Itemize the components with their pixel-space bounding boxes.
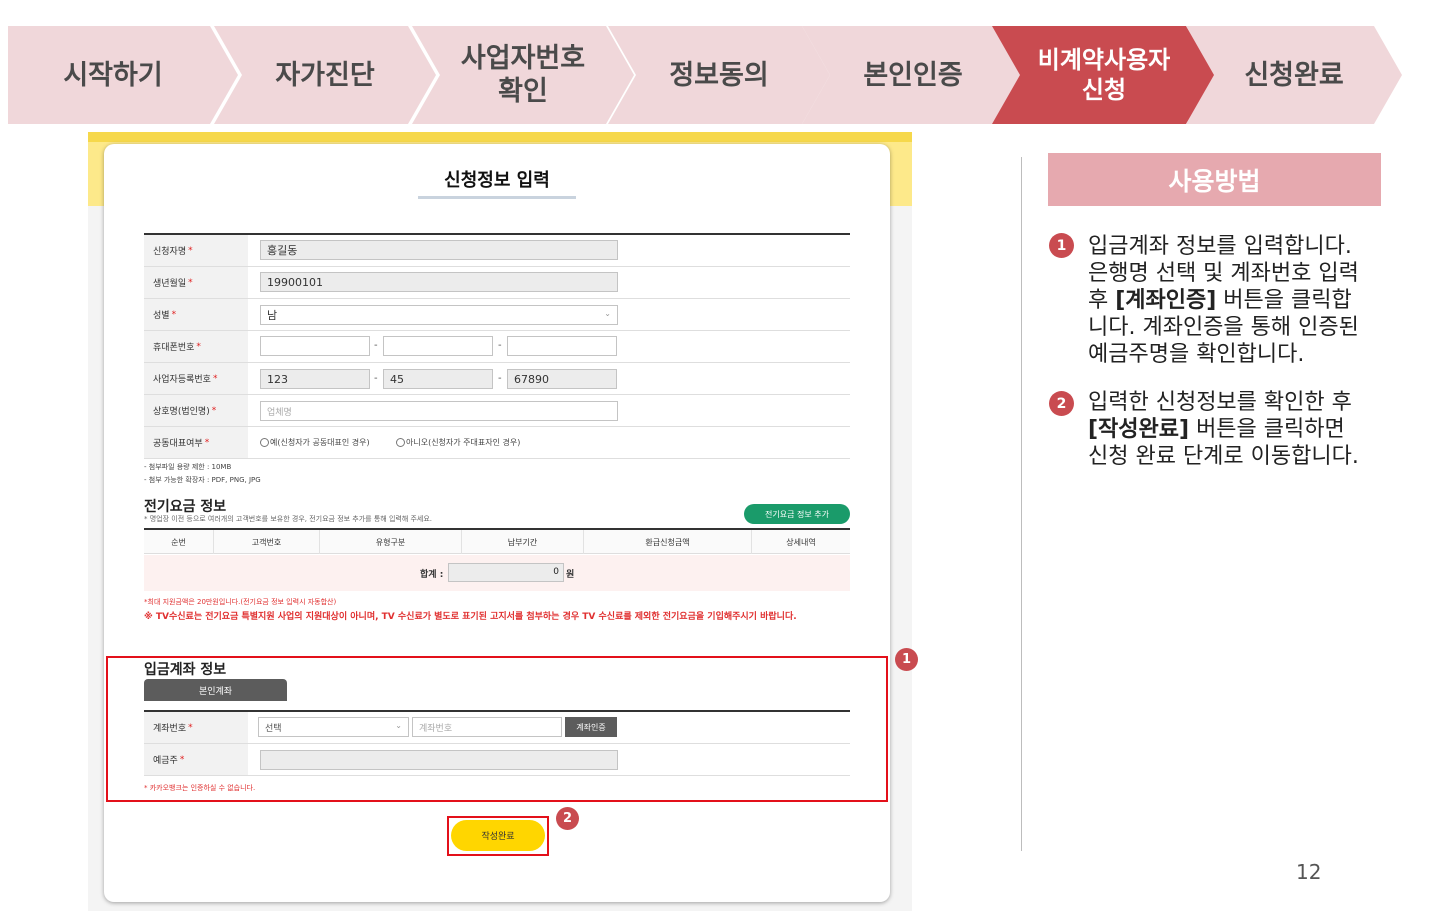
column-header: 상세내역 bbox=[786, 537, 816, 547]
company-input[interactable]: 업체명 bbox=[260, 401, 618, 421]
page-number: 12 bbox=[1296, 860, 1322, 884]
row-phone: 휴대폰번호 * - - bbox=[144, 331, 850, 363]
usage-badge-1: 1 bbox=[1049, 233, 1074, 258]
required-mark: * bbox=[204, 437, 210, 448]
dash: - bbox=[374, 373, 378, 384]
total-value: 0 bbox=[448, 563, 564, 582]
step-label: 신청완료 bbox=[1244, 59, 1344, 91]
usage-step-2: 입력한 신청정보를 확인한 후 [작성완료] 버튼을 클릭하면 신청 완료 단계… bbox=[1088, 389, 1408, 470]
required-mark: * bbox=[196, 341, 201, 352]
birth-field: 19900101 bbox=[260, 272, 618, 292]
usage-line: 버튼을 클릭하면 bbox=[1189, 417, 1345, 442]
phone-field-2[interactable] bbox=[383, 336, 493, 356]
electric-section-subtitle: * 명업장 이전 등으로 여러개의 고객번호를 보유한 경우, 전기요금 정보 … bbox=[144, 515, 433, 523]
joint-rep-yes-label: 예(신청자가 공동대표인 경우) bbox=[270, 438, 370, 447]
step-label: 정보동의 bbox=[669, 59, 769, 91]
gender-label: 성별 bbox=[153, 311, 170, 321]
step-consent: 정보동의 bbox=[608, 26, 830, 124]
usage-step-1: 입금계좌 정보를 입력합니다. 은행명 선택 및 계좌번호 입력 후 [계좌인증… bbox=[1088, 233, 1408, 368]
column-header: 고객번호 bbox=[214, 530, 320, 554]
usage-line: 신청 완료 단계로 이동합니다. bbox=[1088, 444, 1359, 469]
row-applicant-name: 신청자명 * 홍길동 bbox=[144, 235, 850, 267]
business-number-field-2: 45 bbox=[383, 369, 493, 389]
file-size-note: - 첨부파일 용량 제한 : 10MB bbox=[144, 463, 232, 471]
dash: - bbox=[374, 340, 378, 351]
total-label: 합계 : bbox=[420, 570, 444, 580]
usage-emphasis: [계좌인증] bbox=[1115, 288, 1217, 313]
step-badge-1: 1 bbox=[895, 648, 918, 671]
step-non-contract-apply: 비계약사용자 신청 bbox=[992, 26, 1216, 124]
form-title-underline bbox=[418, 196, 576, 199]
row-birth: 생년월일 * 19900101 bbox=[144, 267, 850, 299]
company-label: 상호명(법인명) bbox=[153, 407, 210, 417]
submit-highlight-box bbox=[447, 816, 549, 856]
add-electric-info-button[interactable]: 전기요금 정보 추가 bbox=[744, 504, 850, 524]
usage-line: 니다. 계좌인증을 통해 인증된 bbox=[1088, 315, 1359, 340]
row-company: 상호명(법인명) * 업체명 bbox=[144, 395, 850, 427]
applicant-name-label: 신청자명 bbox=[153, 247, 187, 257]
total-unit: 원 bbox=[566, 570, 575, 580]
phone-field-3[interactable] bbox=[507, 336, 617, 356]
gender-select[interactable]: 남 ⌄ bbox=[260, 305, 618, 325]
card-header-stripe bbox=[88, 132, 912, 142]
step-label: 자가진단 bbox=[275, 59, 375, 91]
usage-badge-2: 2 bbox=[1049, 391, 1074, 416]
required-mark: * bbox=[188, 245, 193, 256]
step-self-check: 자가진단 bbox=[214, 26, 436, 124]
row-business-number: 사업자등록번호 * 123 - 45 - 67890 bbox=[144, 363, 850, 395]
row-joint-rep: 공동대표여부 * 예(신청자가 공동대표인 경우) 아니오(신청자가 주대표자인 … bbox=[144, 427, 850, 459]
business-number-field-3: 67890 bbox=[507, 369, 617, 389]
step-identity: 본인인증 bbox=[802, 26, 1024, 124]
required-mark: * bbox=[211, 405, 217, 416]
gender-value: 남 bbox=[267, 309, 278, 322]
usage-emphasis: [작성완료] bbox=[1088, 417, 1190, 442]
dash: - bbox=[498, 340, 502, 351]
step-label: 사업자번호 확인 bbox=[460, 43, 586, 107]
step-start: 시작하기 bbox=[8, 26, 238, 124]
usage-line: 입금계좌 정보를 입력합니다. bbox=[1088, 234, 1352, 259]
usage-title: 사용방법 bbox=[1048, 153, 1381, 206]
step-badge-2: 2 bbox=[556, 807, 579, 830]
step-complete: 신청완료 bbox=[1186, 26, 1402, 124]
chevron-down-icon: ⌄ bbox=[604, 309, 611, 318]
tv-fee-note: ※ TV수신료는 전기요금 특별지원 사업의 지원대상이 아니며, TV 수신료… bbox=[144, 612, 797, 622]
column-header: 유형구분 bbox=[320, 530, 462, 554]
required-mark: * bbox=[171, 309, 177, 320]
usage-line: 후 bbox=[1088, 288, 1116, 313]
usage-line: 버튼을 클릭합 bbox=[1216, 288, 1352, 313]
progress-steps: 시작하기 자가진단 사업자번호 확인 정보동의 본인인증 비계약사용자 신청 신… bbox=[8, 26, 1402, 124]
birth-label: 생년월일 bbox=[153, 279, 187, 289]
joint-rep-label: 공동대표여부 bbox=[153, 439, 203, 449]
column-header: 납부기간 bbox=[462, 530, 584, 554]
business-number-label: 사업자등록번호 bbox=[153, 375, 211, 385]
row-gender: 성별 * 남 ⌄ bbox=[144, 299, 850, 331]
required-mark: * bbox=[212, 373, 218, 384]
electric-section-title: 전기요금 정보 bbox=[144, 499, 227, 515]
step-label: 시작하기 bbox=[63, 59, 163, 91]
dash: - bbox=[498, 373, 502, 384]
joint-rep-yes-radio[interactable] bbox=[260, 438, 269, 447]
account-highlight-box bbox=[106, 656, 888, 802]
joint-rep-no-radio[interactable] bbox=[396, 438, 405, 447]
usage-line: 은행명 선택 및 계좌번호 입력 bbox=[1088, 261, 1359, 286]
step-label: 본인인증 bbox=[863, 59, 963, 91]
electric-table-header: 순번 고객번호 유형구분 납부기간 환급신청금액 상세내역 bbox=[144, 528, 850, 554]
usage-line: 예금주명을 확인합니다. bbox=[1088, 342, 1305, 367]
usage-line: 입력한 신청정보를 확인한 후 bbox=[1088, 390, 1352, 415]
column-header: 순번 bbox=[144, 530, 214, 554]
step-label: 비계약사용자 신청 bbox=[1037, 46, 1171, 104]
applicant-name-field: 홍길동 bbox=[260, 240, 618, 260]
required-mark: * bbox=[188, 277, 193, 288]
joint-rep-no-label: 아니오(신청자가 주대표자인 경우) bbox=[406, 438, 521, 447]
form-title: 신청정보 입력 bbox=[444, 170, 550, 191]
phone-field-1[interactable] bbox=[260, 336, 370, 356]
file-ext-note: - 첨부 가능한 확장자 : PDF, PNG, JPG bbox=[144, 476, 261, 484]
max-amount-note: *최대 지원금액은 20만원입니다.(전기요금 정보 입력시 자동합산) bbox=[144, 598, 337, 606]
divider bbox=[1021, 157, 1022, 851]
step-business-number: 사업자번호 확인 bbox=[412, 26, 634, 124]
column-header: 환급신청금액 bbox=[584, 530, 752, 554]
phone-label: 휴대폰번호 bbox=[153, 343, 195, 353]
business-number-field-1: 123 bbox=[260, 369, 370, 389]
